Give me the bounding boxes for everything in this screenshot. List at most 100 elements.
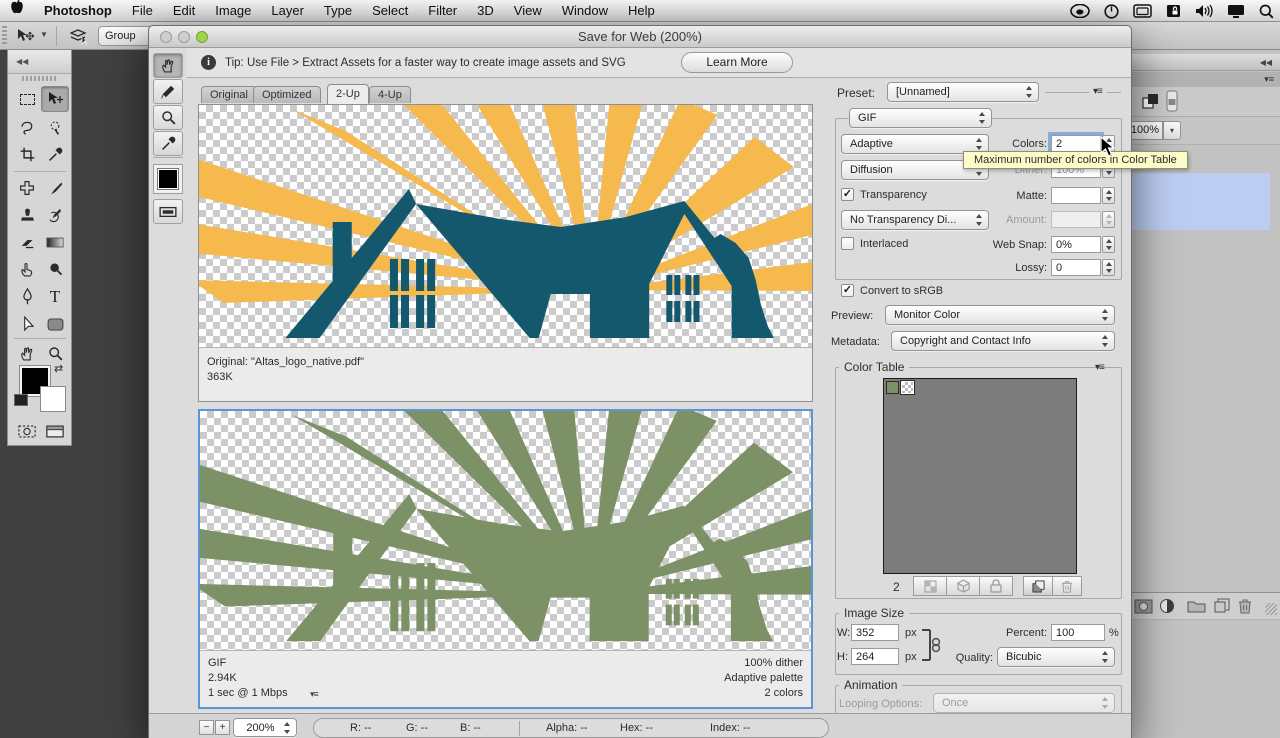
lock-color-button[interactable]	[979, 576, 1013, 596]
tool-preset-caret-icon[interactable]: ▼	[40, 30, 48, 39]
tool-shape[interactable]	[41, 311, 69, 337]
web-snap-field[interactable]: 0%	[1051, 236, 1101, 253]
default-colors-icon[interactable]	[14, 394, 28, 406]
delete-color-button[interactable]	[1052, 576, 1082, 596]
menu-item-photoshop[interactable]: Photoshop	[34, 0, 122, 22]
toggle-slices-visibility-button[interactable]	[153, 199, 183, 224]
lossy-field[interactable]: 0	[1051, 259, 1101, 276]
zoom-out-button[interactable]: −	[199, 720, 214, 735]
menu-item-3d[interactable]: 3D	[467, 0, 504, 22]
tab-2up[interactable]: 2-Up	[327, 84, 369, 104]
tool-gradient[interactable]	[41, 229, 69, 255]
interlaced-checkbox[interactable]	[841, 237, 854, 250]
display-icon[interactable]	[1227, 4, 1245, 19]
background-color-swatch[interactable]	[40, 386, 66, 412]
tool-clone-stamp[interactable]	[13, 202, 41, 228]
opacity-field[interactable]: 100%	[1127, 121, 1163, 140]
eyedropper-color-swatch[interactable]	[153, 164, 183, 194]
transparency-checkbox[interactable]: ✓	[841, 188, 854, 201]
tab-original[interactable]: Original	[201, 86, 257, 103]
menu-item-edit[interactable]: Edit	[163, 0, 205, 22]
web-safe-cube-button[interactable]	[946, 576, 980, 596]
opacity-dropdown-button[interactable]: ▾	[1163, 121, 1181, 140]
layer-mask-icon[interactable]	[1134, 599, 1153, 614]
menu-item-filter[interactable]: Filter	[418, 0, 467, 22]
tool-path-select[interactable]	[13, 311, 41, 337]
preset-panel-menu-icon[interactable]: ▾≡	[1093, 86, 1102, 97]
color-table-menu-icon[interactable]: ▾≡	[1095, 362, 1104, 373]
new-group-icon[interactable]	[1187, 599, 1206, 613]
menu-item-file[interactable]: File	[122, 0, 163, 22]
transparency-dither-dropdown[interactable]: No Transparency Di...	[841, 210, 989, 230]
convert-srgb-checkbox[interactable]: ✓	[841, 284, 854, 297]
preview-dropdown[interactable]: Monitor Color	[885, 305, 1115, 325]
new-color-button[interactable]	[1023, 576, 1053, 596]
tools-panel-grip[interactable]	[22, 76, 58, 81]
download-rate-menu-icon[interactable]: ▾≡	[310, 689, 318, 700]
display-mirroring-icon[interactable]	[1133, 4, 1152, 18]
layer-kind-icon[interactable]	[1142, 93, 1160, 110]
zoom-level-dropdown[interactable]: 200%	[233, 718, 297, 737]
tool-pen[interactable]	[13, 284, 41, 310]
width-field[interactable]: 352	[851, 624, 899, 641]
link-dimensions-icon[interactable]	[921, 626, 943, 664]
tool-hand[interactable]	[13, 340, 41, 366]
menu-item-type[interactable]: Type	[314, 0, 362, 22]
delete-layer-icon[interactable]	[1238, 598, 1252, 614]
preset-dropdown[interactable]: [Unnamed]	[887, 82, 1039, 102]
color-swatch-transparent[interactable]	[901, 381, 914, 394]
tool-dodge[interactable]	[41, 256, 69, 282]
tool-brush[interactable]	[41, 175, 69, 201]
spotlight-search-icon[interactable]	[1259, 4, 1274, 19]
colors-field[interactable]: 2	[1051, 135, 1101, 152]
color-swatch-green[interactable]	[886, 381, 899, 394]
tab-4up[interactable]: 4-Up	[369, 86, 411, 103]
screen-mode-button[interactable]	[41, 418, 69, 444]
matte-field[interactable]	[1051, 187, 1101, 204]
optimized-image-area[interactable]	[200, 411, 811, 650]
clock-icon[interactable]	[1104, 4, 1119, 19]
tool-lasso[interactable]	[13, 114, 41, 140]
matte-stepper[interactable]	[1102, 187, 1115, 204]
original-image-area[interactable]	[199, 105, 812, 347]
dialog-title-bar[interactable]: Save for Web (200%)	[149, 26, 1131, 48]
quality-dropdown[interactable]: Bicubic	[997, 647, 1115, 667]
selected-layer-row[interactable]	[1131, 173, 1270, 230]
dialog-hand-tool[interactable]	[153, 53, 183, 78]
tool-type[interactable]: T	[41, 284, 69, 310]
snap-to-web-palette-button[interactable]	[913, 576, 947, 596]
zoom-in-button[interactable]: +	[215, 720, 230, 735]
metadata-dropdown[interactable]: Copyright and Contact Info	[891, 331, 1115, 351]
collapse-panels-icon[interactable]: ◀◀	[1260, 58, 1272, 67]
filter-slider-icon[interactable]	[1166, 90, 1178, 112]
tool-smudge[interactable]	[13, 256, 41, 282]
tool-marquee[interactable]	[13, 86, 41, 112]
tool-move[interactable]	[41, 86, 69, 112]
color-table-well[interactable]	[883, 378, 1077, 574]
quick-mask-button[interactable]	[13, 418, 41, 444]
tool-eraser[interactable]	[13, 229, 41, 255]
lossy-stepper[interactable]	[1102, 259, 1115, 276]
swap-colors-icon[interactable]: ⇄	[54, 362, 63, 375]
tool-eyedropper[interactable]	[41, 141, 69, 167]
creative-cloud-icon[interactable]	[1070, 4, 1090, 18]
new-layer-icon[interactable]	[1214, 598, 1230, 613]
height-field[interactable]: 264	[851, 648, 899, 665]
collapse-panel-icon[interactable]: ◀◀	[16, 57, 28, 66]
original-preview-pane[interactable]: Original: "Altas_logo_native.pdf" 363K	[198, 104, 813, 402]
format-dropdown[interactable]: GIF	[849, 108, 992, 128]
layers-panel-menu-icon[interactable]: ▾≡	[1264, 74, 1274, 85]
auto-select-icon[interactable]	[70, 28, 90, 45]
percent-field[interactable]: 100	[1051, 624, 1105, 641]
learn-more-button[interactable]: Learn More	[681, 52, 793, 73]
optimized-preview-pane[interactable]: GIF 2.94K 1 sec @ 1 Mbps ▾≡ 100% dither …	[198, 409, 813, 709]
web-snap-stepper[interactable]	[1102, 236, 1115, 253]
dialog-eyedropper-tool[interactable]	[153, 131, 183, 156]
dialog-zoom-tool[interactable]	[153, 105, 183, 130]
tool-crop[interactable]	[13, 141, 41, 167]
menu-item-layer[interactable]: Layer	[261, 0, 314, 22]
menu-item-view[interactable]: View	[504, 0, 552, 22]
tool-healing-brush[interactable]	[13, 175, 41, 201]
adjustment-layer-icon[interactable]	[1159, 598, 1175, 614]
tool-quick-select[interactable]	[41, 114, 69, 140]
